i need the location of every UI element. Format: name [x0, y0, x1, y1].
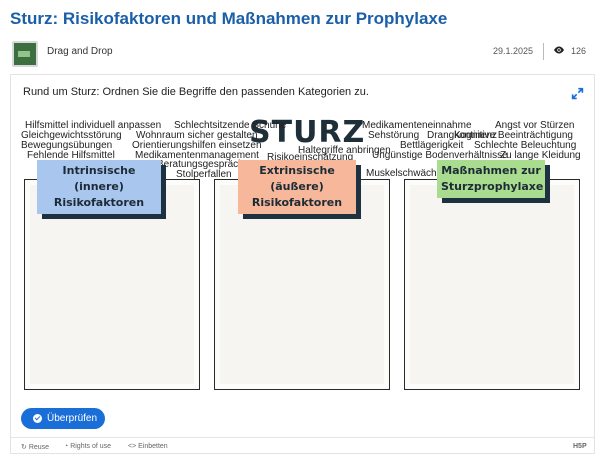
content-type: Drag and Drop [47, 46, 113, 57]
check-button-label: Überprüfen [47, 413, 98, 424]
check-button[interactable]: Überprüfen [21, 408, 105, 429]
publish-date: 29.1.2025 [493, 46, 534, 56]
dragdrop-task: Rund um Sturz: Ordnen Sie die Begriffe d… [10, 74, 595, 454]
dropzone-extrinsic[interactable]: Extrinsische (äußere) Risikofaktoren [214, 160, 390, 390]
dropzone-intrinsic[interactable]: Intrinsische (innere) Risikofaktoren [24, 160, 200, 390]
rights-link[interactable]: ◔ Rights of use [64, 443, 111, 450]
page-title: Sturz: Risikofaktoren und Maßnahmen zur … [10, 9, 448, 28]
task-instruction: Rund um Sturz: Ordnen Sie die Begriffe d… [23, 86, 369, 98]
footer-bar: ↻ Reuse ◔ Rights of use <> Einbetten H5P [11, 437, 594, 454]
rights-label: Rights of use [70, 443, 112, 450]
content-meta: Drag and Drop 29.1.2025 126 [10, 38, 590, 67]
divider [543, 43, 544, 60]
drag-term[interactable]: Muskelschwäche [366, 168, 442, 179]
fullscreen-icon[interactable] [571, 87, 584, 100]
dropzone-prophylaxis[interactable]: Maßnahmen zur Sturzprophylaxe [404, 160, 580, 390]
thumbnail-icon [12, 41, 38, 67]
embed-label: Einbetten [138, 443, 168, 450]
category-label-prophylaxis: Maßnahmen zur Sturzprophylaxe [437, 160, 545, 198]
category-label-intrinsic: Intrinsische (innere) Risikofaktoren [37, 160, 161, 214]
h5p-logo: H5P [573, 443, 587, 450]
reuse-label: Reuse [28, 444, 50, 451]
embed-link[interactable]: <> Einbetten [128, 443, 168, 450]
view-count: 126 [571, 46, 587, 56]
eye-icon [554, 46, 564, 54]
category-label-extrinsic: Extrinsische (äußere) Risikofaktoren [238, 160, 356, 214]
reuse-link[interactable]: ↻ Reuse [21, 443, 49, 451]
check-icon [33, 414, 42, 423]
